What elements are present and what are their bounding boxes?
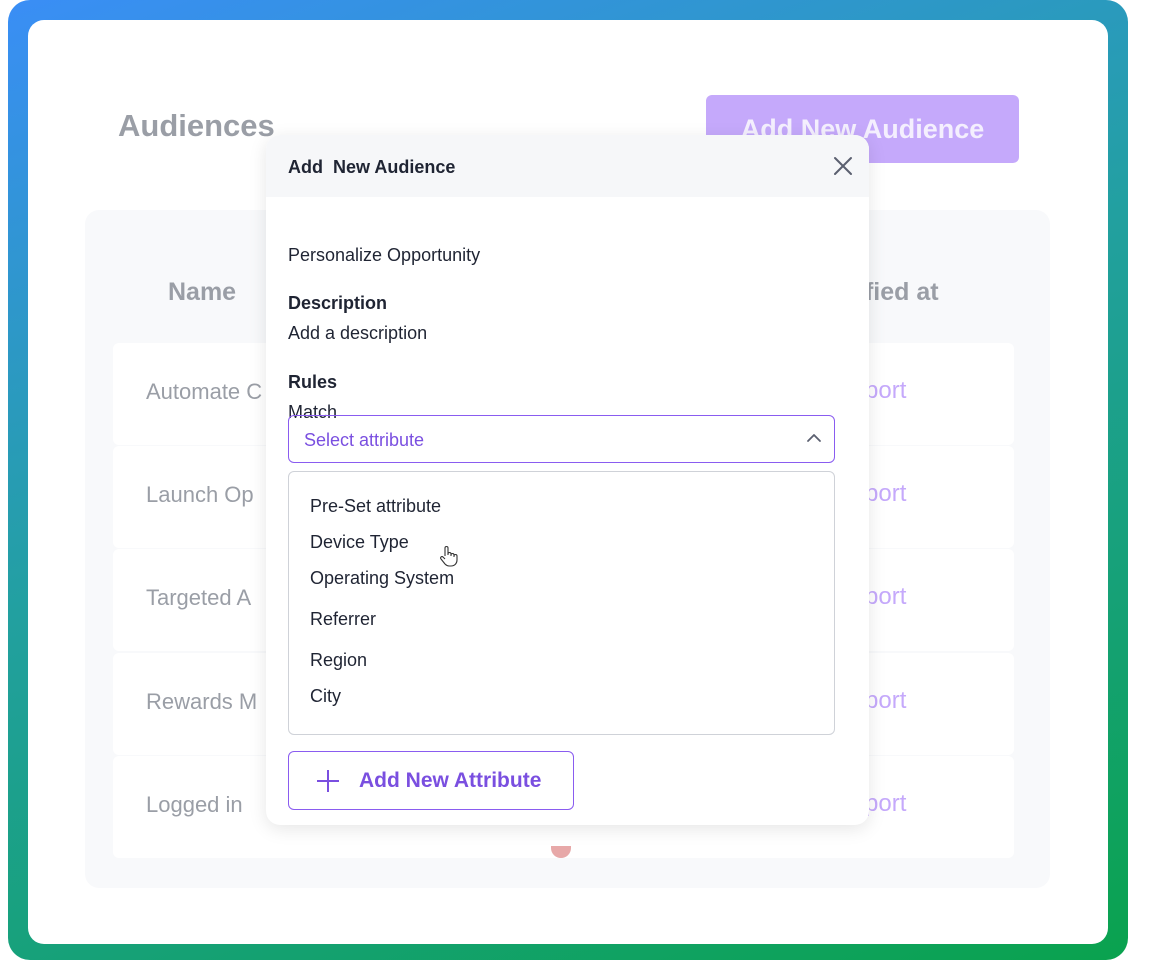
description-field[interactable]: Add a description xyxy=(288,323,427,344)
row-export-link[interactable]: port xyxy=(865,377,906,405)
row-name: Launch Op xyxy=(146,482,254,507)
modal-title: Add New Audience xyxy=(288,157,456,177)
description-label: Description xyxy=(288,293,388,313)
attribute-select-placeholder: Select attribute xyxy=(304,430,425,450)
option-referrer[interactable]: Referrer xyxy=(310,609,376,630)
hand-cursor-icon xyxy=(440,546,458,567)
row-name: Logged in xyxy=(146,792,243,817)
option-region[interactable]: Region xyxy=(310,650,367,671)
page-title: Audiences xyxy=(118,108,275,143)
status-dot xyxy=(551,846,571,858)
row-export-link[interactable]: port xyxy=(865,687,906,715)
row-name: Rewards M xyxy=(146,689,258,714)
audience-name-field[interactable]: Personalize Opportunity xyxy=(288,245,480,266)
modal-header: Add New Audience xyxy=(266,135,869,197)
app-card: Audiences Add New Audience Name ified at… xyxy=(28,20,1108,944)
column-header-modified-at[interactable]: ified at xyxy=(858,278,939,307)
chevron-up-icon xyxy=(807,434,821,442)
plus-icon xyxy=(317,769,339,792)
row-export-link[interactable]: port xyxy=(865,480,906,508)
close-icon[interactable] xyxy=(832,155,854,177)
attribute-dropdown: Pre-Set attribute Device Type Operating … xyxy=(288,471,835,735)
option-preset-attribute[interactable]: Pre-Set attribute xyxy=(310,496,441,517)
rules-label: Rules xyxy=(288,372,338,392)
row-name: Targeted A xyxy=(146,585,252,610)
row-name: Automate C xyxy=(146,379,263,404)
row-export-link[interactable]: port xyxy=(865,583,906,611)
add-audience-modal: Add New Audience Personalize Opportunity… xyxy=(266,135,869,825)
row-export-link[interactable]: port xyxy=(865,790,906,818)
option-city[interactable]: City xyxy=(310,686,341,707)
attribute-select[interactable]: Select attribute xyxy=(288,415,835,463)
option-operating-system[interactable]: Operating System xyxy=(310,568,454,589)
column-header-name[interactable]: Name xyxy=(168,278,236,307)
add-new-attribute-label: Add New Attribute xyxy=(359,768,542,792)
add-new-attribute-button[interactable]: Add New Attribute xyxy=(288,751,574,810)
option-device-type[interactable]: Device Type xyxy=(310,532,409,553)
